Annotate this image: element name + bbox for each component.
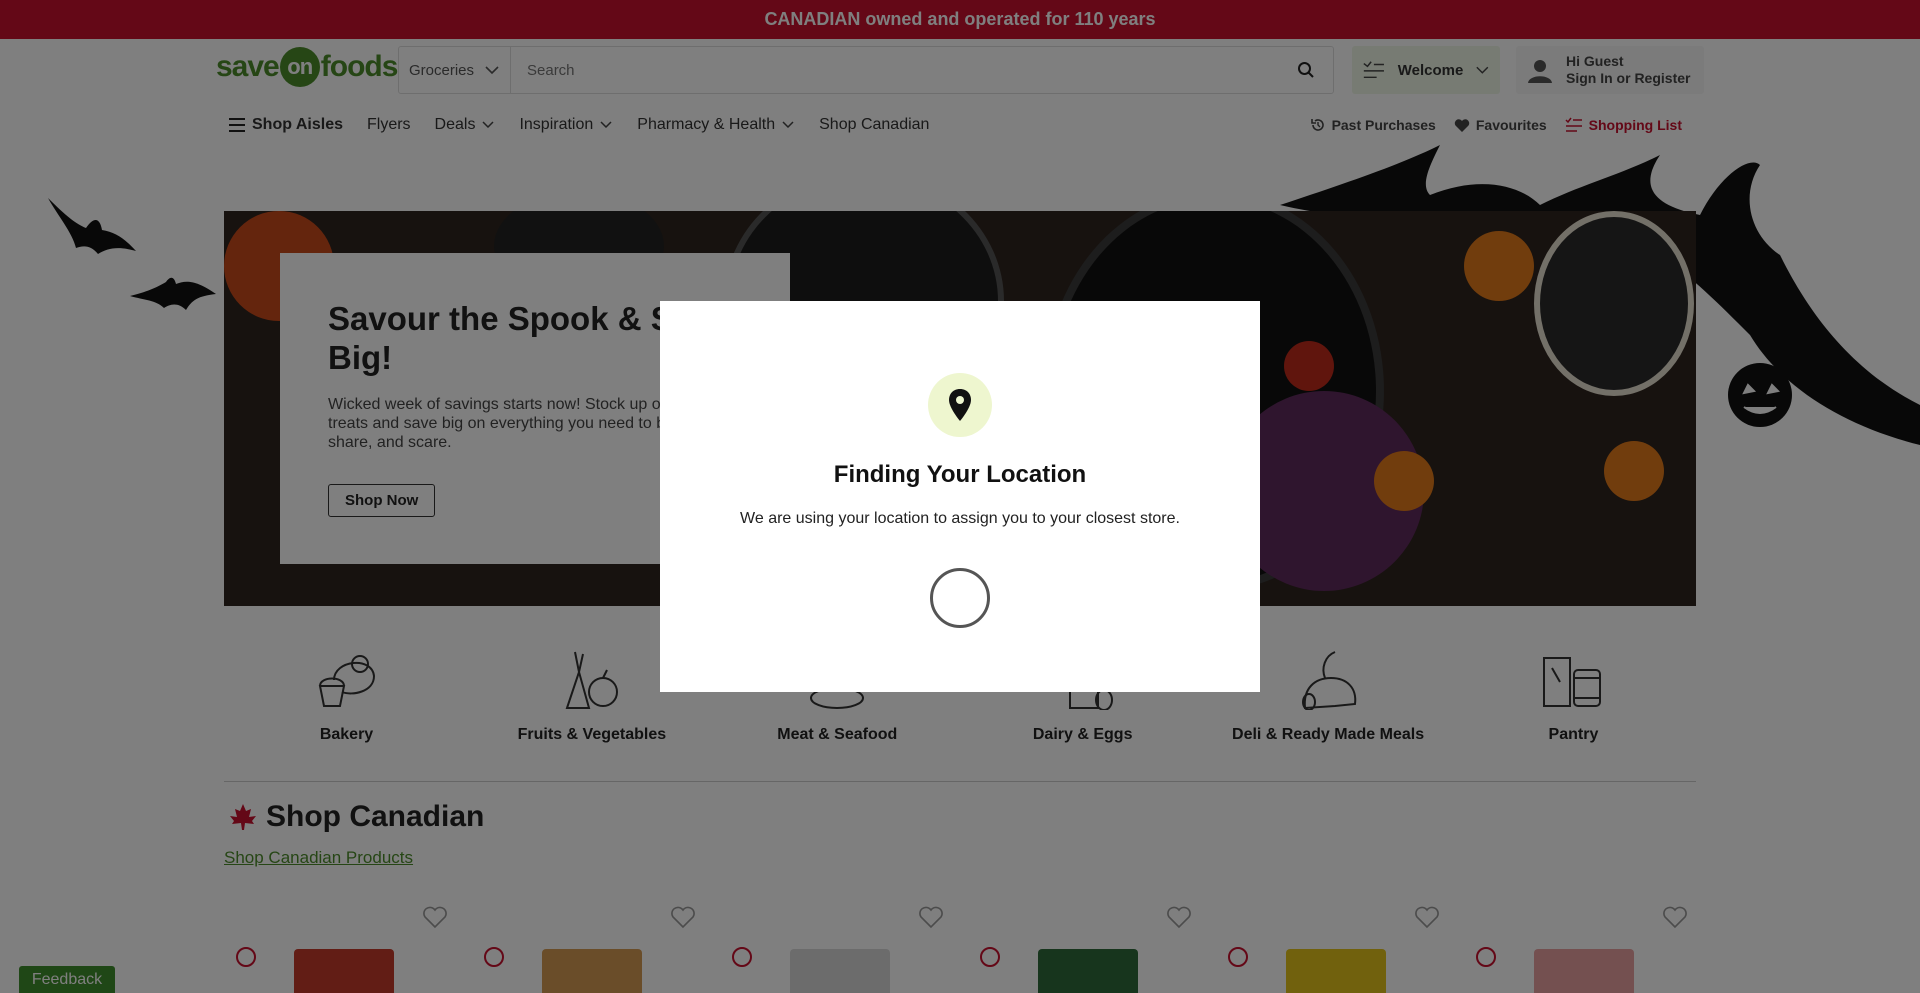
modal-message: We are using your location to assign you… [740, 510, 1180, 527]
loading-spinner [930, 568, 990, 628]
modal-title: Finding Your Location [833, 461, 1087, 488]
location-pin-badge [928, 373, 992, 437]
location-pin-icon [949, 389, 971, 421]
location-modal: Finding Your Location We are using your … [660, 301, 1260, 692]
